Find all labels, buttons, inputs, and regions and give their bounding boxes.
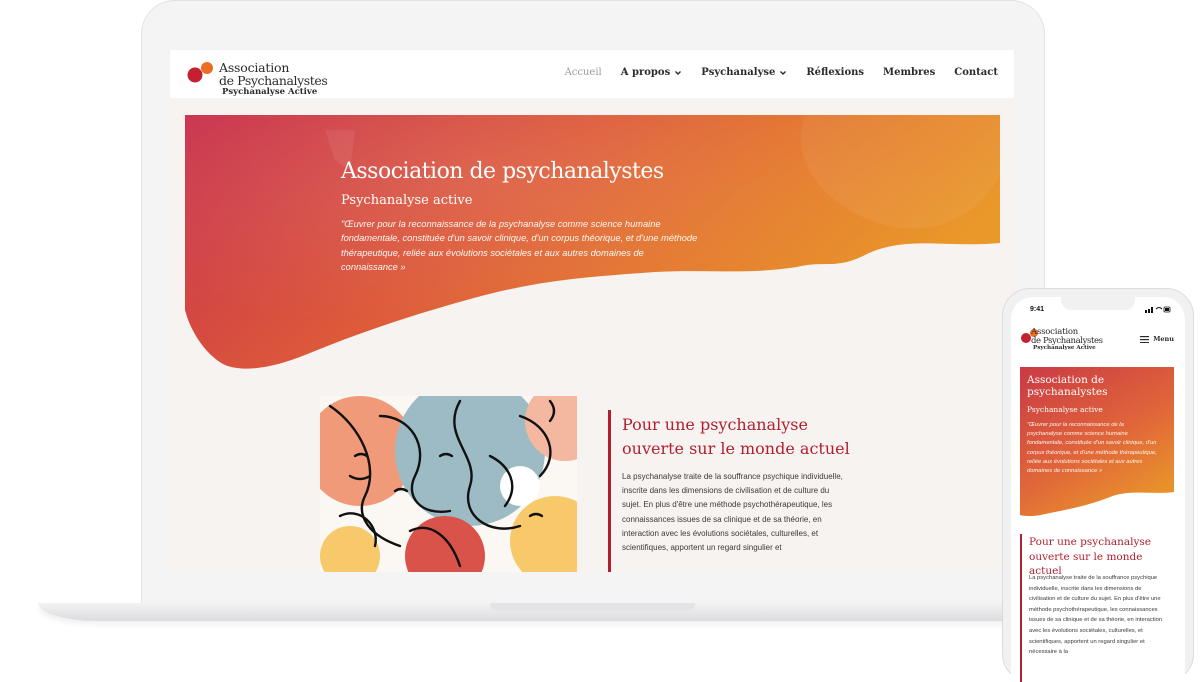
phone-notch	[1061, 297, 1135, 310]
nav-item-a-propos[interactable]: A propos	[621, 67, 682, 78]
mobile-site: 9:41 Association de Psychanalystes Psych…	[1011, 297, 1185, 682]
faces-illustration	[320, 396, 577, 572]
nav-item-accueil[interactable]: Accueil	[565, 67, 602, 78]
logo-mark-icon	[187, 62, 213, 83]
hero-subtitle: Psychanalyse active	[341, 193, 473, 208]
nav-item-label: Membres	[883, 67, 936, 78]
mobile-hero-title: Association de psychanalystes	[1027, 374, 1108, 398]
section-text: La psychanalyse traite de la souffrance …	[622, 472, 843, 553]
chevron-down-icon	[780, 70, 787, 75]
section-title: Pour une psychanalyse ouverte sur le mon…	[622, 415, 850, 458]
nav-item-label: Psychanalyse	[701, 67, 776, 78]
desktop-site: Association de Psychanalystes Psychanaly…	[170, 50, 1014, 572]
status-time: 9:41	[1030, 306, 1045, 313]
site-logo[interactable]: Association de Psychanalystes Psychanaly…	[186, 55, 336, 97]
mobile-section-accent-bar	[1020, 534, 1022, 682]
section-accent-bar	[608, 410, 611, 572]
mobile-section-title: Pour une psychanalyse ouverte sur le mon…	[1029, 536, 1152, 577]
status-bar-icons	[1145, 306, 1171, 313]
mobile-section-text: La psychanalyse traite de la souffrance …	[1029, 575, 1163, 656]
nav-item-psychanalyse[interactable]: Psychanalyse	[701, 67, 787, 78]
chevron-down-icon	[675, 70, 682, 75]
site-header: Association de Psychanalystes Psychanaly…	[170, 50, 1014, 98]
hero-title: Association de psychanalystes	[341, 159, 664, 184]
nav-item-label: Contact	[954, 67, 998, 78]
logo-line-2: de Psychanalystes	[219, 73, 328, 88]
nav-item-label: A propos	[620, 67, 671, 78]
hero-quote: "Œuvrer pour la reconnaissance de la psy…	[341, 219, 698, 272]
logo-line-3: Psychanalyse Active	[222, 87, 318, 97]
laptop-notch	[490, 603, 695, 611]
nav-item-contact[interactable]: Contact	[954, 67, 998, 78]
mobile-hero-quote: "Œuvrer pour la reconnaissance de la psy…	[1027, 422, 1157, 475]
nav-item-reflexions[interactable]: Réflexions	[806, 67, 864, 78]
nav-item-label: Accueil	[564, 67, 602, 78]
nav-item-label: Réflexions	[806, 67, 865, 78]
mobile-menu-button[interactable]: Menu	[1140, 335, 1174, 343]
menu-label: Menu	[1153, 335, 1174, 343]
mobile-hero-subtitle: Psychanalyse active	[1027, 405, 1103, 414]
hamburger-icon	[1140, 335, 1150, 343]
logo-line-3: Psychanalyse Active	[1033, 345, 1096, 351]
main-nav: Accueil A propos Psychanalyse Réflexions…	[565, 67, 998, 78]
nav-item-membres[interactable]: Membres	[883, 67, 935, 78]
